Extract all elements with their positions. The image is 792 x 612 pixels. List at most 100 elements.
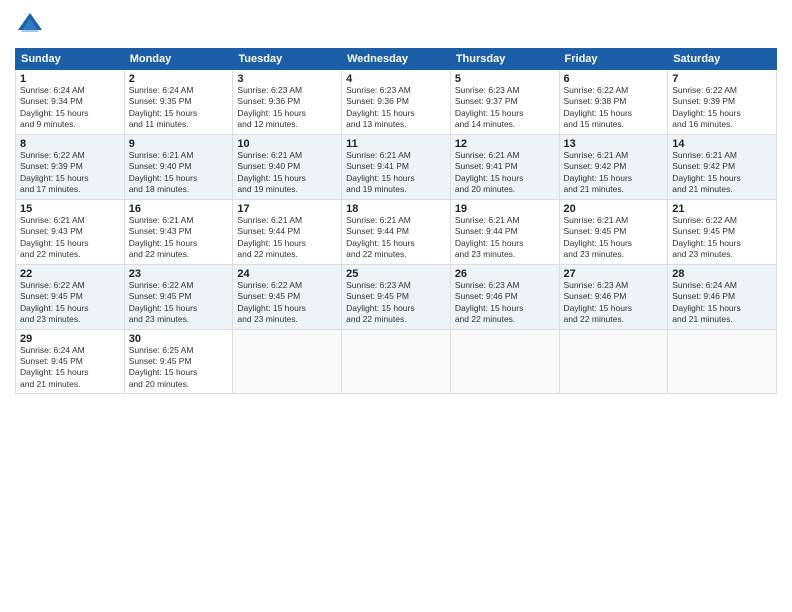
calendar-cell: 19Sunrise: 6:21 AM Sunset: 9:44 PM Dayli… (450, 199, 559, 264)
day-number: 14 (672, 138, 772, 150)
day-number: 7 (672, 73, 772, 85)
day-number: 4 (346, 73, 446, 85)
day-number: 18 (346, 203, 446, 215)
day-info: Sunrise: 6:22 AM Sunset: 9:45 PM Dayligh… (129, 280, 229, 326)
calendar-cell: 12Sunrise: 6:21 AM Sunset: 9:41 PM Dayli… (450, 134, 559, 199)
day-info: Sunrise: 6:21 AM Sunset: 9:44 PM Dayligh… (237, 215, 337, 261)
calendar-cell: 29Sunrise: 6:24 AM Sunset: 9:45 PM Dayli… (16, 329, 125, 394)
day-number: 16 (129, 203, 229, 215)
calendar-cell: 8Sunrise: 6:22 AM Sunset: 9:39 PM Daylig… (16, 134, 125, 199)
day-number: 1 (20, 73, 120, 85)
calendar-cell: 4Sunrise: 6:23 AM Sunset: 9:36 PM Daylig… (342, 70, 451, 135)
calendar-cell: 6Sunrise: 6:22 AM Sunset: 9:38 PM Daylig… (559, 70, 668, 135)
day-number: 26 (455, 268, 555, 280)
calendar-cell: 18Sunrise: 6:21 AM Sunset: 9:44 PM Dayli… (342, 199, 451, 264)
calendar-week-row: 1Sunrise: 6:24 AM Sunset: 9:34 PM Daylig… (16, 70, 777, 135)
weekday-header: Friday (559, 49, 668, 70)
day-info: Sunrise: 6:24 AM Sunset: 9:45 PM Dayligh… (20, 345, 120, 391)
day-number: 9 (129, 138, 229, 150)
calendar-cell: 9Sunrise: 6:21 AM Sunset: 9:40 PM Daylig… (124, 134, 233, 199)
day-number: 22 (20, 268, 120, 280)
logo (15, 10, 49, 40)
day-number: 2 (129, 73, 229, 85)
calendar-header-row: SundayMondayTuesdayWednesdayThursdayFrid… (16, 49, 777, 70)
weekday-header: Tuesday (233, 49, 342, 70)
calendar-body: 1Sunrise: 6:24 AM Sunset: 9:34 PM Daylig… (16, 70, 777, 394)
day-info: Sunrise: 6:21 AM Sunset: 9:42 PM Dayligh… (672, 150, 772, 196)
day-info: Sunrise: 6:24 AM Sunset: 9:34 PM Dayligh… (20, 85, 120, 131)
calendar-cell: 16Sunrise: 6:21 AM Sunset: 9:43 PM Dayli… (124, 199, 233, 264)
day-number: 13 (564, 138, 664, 150)
day-number: 21 (672, 203, 772, 215)
day-number: 19 (455, 203, 555, 215)
calendar-cell (233, 329, 342, 394)
calendar-week-row: 22Sunrise: 6:22 AM Sunset: 9:45 PM Dayli… (16, 264, 777, 329)
day-number: 11 (346, 138, 446, 150)
day-info: Sunrise: 6:22 AM Sunset: 9:38 PM Dayligh… (564, 85, 664, 131)
day-number: 6 (564, 73, 664, 85)
day-number: 8 (20, 138, 120, 150)
day-info: Sunrise: 6:24 AM Sunset: 9:35 PM Dayligh… (129, 85, 229, 131)
day-number: 25 (346, 268, 446, 280)
calendar-week-row: 8Sunrise: 6:22 AM Sunset: 9:39 PM Daylig… (16, 134, 777, 199)
calendar-cell: 22Sunrise: 6:22 AM Sunset: 9:45 PM Dayli… (16, 264, 125, 329)
day-info: Sunrise: 6:23 AM Sunset: 9:45 PM Dayligh… (346, 280, 446, 326)
calendar-cell: 14Sunrise: 6:21 AM Sunset: 9:42 PM Dayli… (668, 134, 777, 199)
weekday-header: Thursday (450, 49, 559, 70)
day-number: 12 (455, 138, 555, 150)
header (15, 10, 777, 40)
day-info: Sunrise: 6:23 AM Sunset: 9:46 PM Dayligh… (455, 280, 555, 326)
day-info: Sunrise: 6:22 AM Sunset: 9:39 PM Dayligh… (20, 150, 120, 196)
calendar-cell: 23Sunrise: 6:22 AM Sunset: 9:45 PM Dayli… (124, 264, 233, 329)
calendar-cell: 10Sunrise: 6:21 AM Sunset: 9:40 PM Dayli… (233, 134, 342, 199)
day-number: 23 (129, 268, 229, 280)
calendar-cell: 21Sunrise: 6:22 AM Sunset: 9:45 PM Dayli… (668, 199, 777, 264)
calendar-cell: 20Sunrise: 6:21 AM Sunset: 9:45 PM Dayli… (559, 199, 668, 264)
logo-icon (15, 10, 45, 40)
day-info: Sunrise: 6:21 AM Sunset: 9:44 PM Dayligh… (455, 215, 555, 261)
day-number: 28 (672, 268, 772, 280)
day-info: Sunrise: 6:21 AM Sunset: 9:44 PM Dayligh… (346, 215, 446, 261)
weekday-header: Sunday (16, 49, 125, 70)
weekday-header: Monday (124, 49, 233, 70)
calendar-cell: 25Sunrise: 6:23 AM Sunset: 9:45 PM Dayli… (342, 264, 451, 329)
calendar-cell: 2Sunrise: 6:24 AM Sunset: 9:35 PM Daylig… (124, 70, 233, 135)
day-info: Sunrise: 6:21 AM Sunset: 9:41 PM Dayligh… (455, 150, 555, 196)
day-number: 5 (455, 73, 555, 85)
day-number: 15 (20, 203, 120, 215)
day-number: 27 (564, 268, 664, 280)
day-info: Sunrise: 6:21 AM Sunset: 9:43 PM Dayligh… (129, 215, 229, 261)
day-info: Sunrise: 6:21 AM Sunset: 9:45 PM Dayligh… (564, 215, 664, 261)
day-info: Sunrise: 6:23 AM Sunset: 9:36 PM Dayligh… (237, 85, 337, 131)
page: SundayMondayTuesdayWednesdayThursdayFrid… (0, 0, 792, 612)
day-number: 30 (129, 333, 229, 345)
calendar: SundayMondayTuesdayWednesdayThursdayFrid… (15, 48, 777, 394)
calendar-cell: 1Sunrise: 6:24 AM Sunset: 9:34 PM Daylig… (16, 70, 125, 135)
day-info: Sunrise: 6:21 AM Sunset: 9:41 PM Dayligh… (346, 150, 446, 196)
calendar-cell: 5Sunrise: 6:23 AM Sunset: 9:37 PM Daylig… (450, 70, 559, 135)
day-info: Sunrise: 6:24 AM Sunset: 9:46 PM Dayligh… (672, 280, 772, 326)
calendar-cell: 28Sunrise: 6:24 AM Sunset: 9:46 PM Dayli… (668, 264, 777, 329)
day-info: Sunrise: 6:22 AM Sunset: 9:45 PM Dayligh… (672, 215, 772, 261)
calendar-cell (342, 329, 451, 394)
calendar-cell: 11Sunrise: 6:21 AM Sunset: 9:41 PM Dayli… (342, 134, 451, 199)
day-number: 24 (237, 268, 337, 280)
day-number: 29 (20, 333, 120, 345)
day-info: Sunrise: 6:21 AM Sunset: 9:40 PM Dayligh… (129, 150, 229, 196)
day-number: 20 (564, 203, 664, 215)
calendar-cell: 24Sunrise: 6:22 AM Sunset: 9:45 PM Dayli… (233, 264, 342, 329)
calendar-cell: 26Sunrise: 6:23 AM Sunset: 9:46 PM Dayli… (450, 264, 559, 329)
day-info: Sunrise: 6:23 AM Sunset: 9:46 PM Dayligh… (564, 280, 664, 326)
calendar-cell (559, 329, 668, 394)
day-info: Sunrise: 6:25 AM Sunset: 9:45 PM Dayligh… (129, 345, 229, 391)
weekday-header: Wednesday (342, 49, 451, 70)
calendar-cell: 3Sunrise: 6:23 AM Sunset: 9:36 PM Daylig… (233, 70, 342, 135)
calendar-cell: 30Sunrise: 6:25 AM Sunset: 9:45 PM Dayli… (124, 329, 233, 394)
day-number: 17 (237, 203, 337, 215)
calendar-week-row: 15Sunrise: 6:21 AM Sunset: 9:43 PM Dayli… (16, 199, 777, 264)
day-info: Sunrise: 6:22 AM Sunset: 9:45 PM Dayligh… (237, 280, 337, 326)
calendar-cell: 17Sunrise: 6:21 AM Sunset: 9:44 PM Dayli… (233, 199, 342, 264)
day-info: Sunrise: 6:21 AM Sunset: 9:43 PM Dayligh… (20, 215, 120, 261)
day-info: Sunrise: 6:22 AM Sunset: 9:45 PM Dayligh… (20, 280, 120, 326)
day-info: Sunrise: 6:21 AM Sunset: 9:42 PM Dayligh… (564, 150, 664, 196)
